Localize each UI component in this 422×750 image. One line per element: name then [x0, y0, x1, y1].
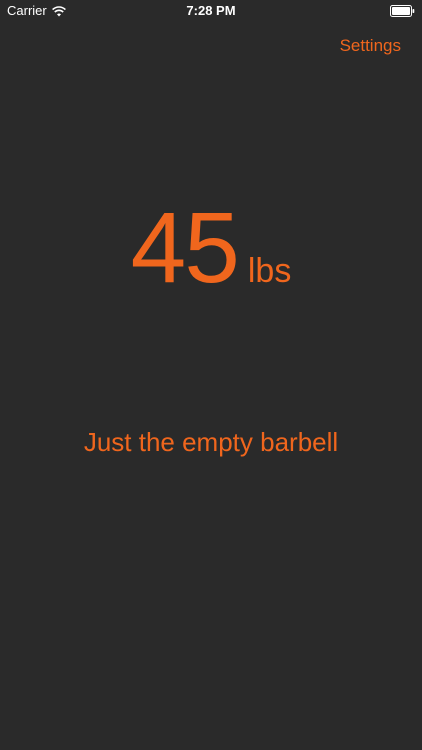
status-time: 7:28 PM [186, 3, 236, 18]
settings-button[interactable]: Settings [340, 35, 401, 57]
weight-unit: lbs [247, 252, 292, 290]
weight-display: 45 lbs [0, 198, 422, 298]
plate-description: Just the empty barbell [83, 427, 339, 457]
weight-value: 45 [130, 192, 240, 304]
status-bar: Carrier 7:28 PM [0, 0, 422, 22]
battery-icon [390, 5, 415, 17]
